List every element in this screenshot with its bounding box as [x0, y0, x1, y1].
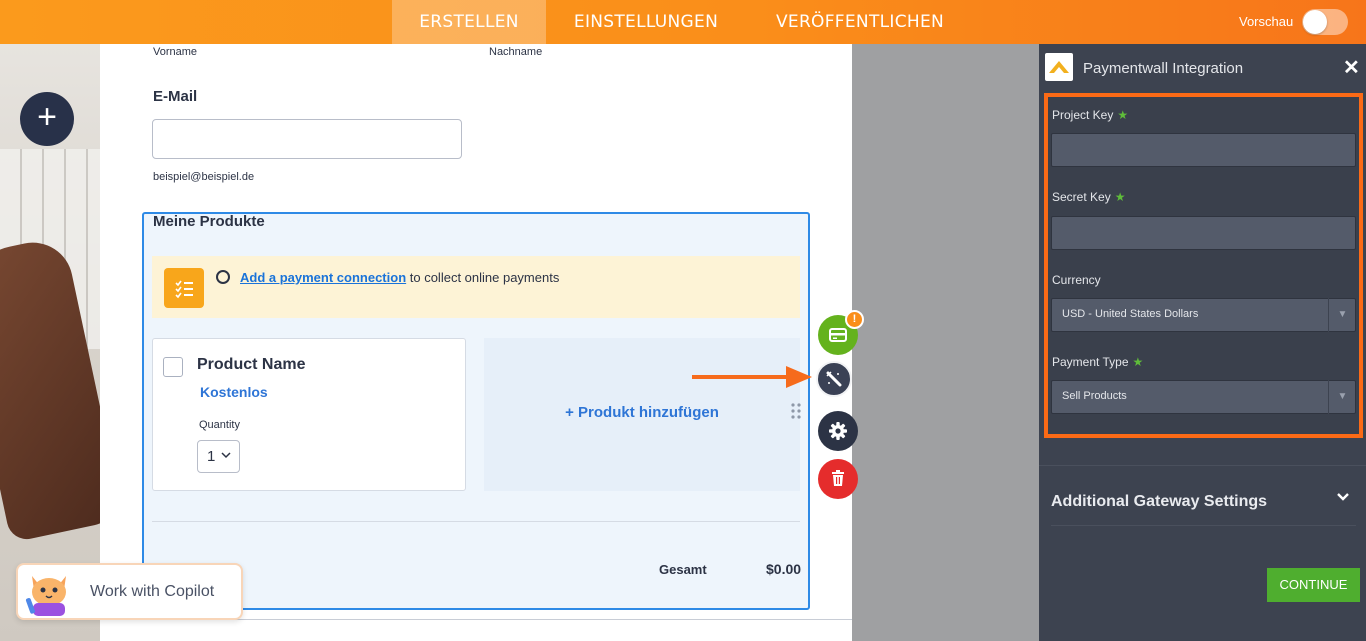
email-sublabel: beispiel@beispiel.de [153, 171, 255, 183]
continue-button[interactable]: CONTINUE [1267, 568, 1360, 602]
required-star-icon: ★ [1117, 108, 1129, 122]
project-key-input[interactable] [1051, 133, 1356, 167]
quantity-label: Quantity [199, 419, 240, 431]
panel-separator [1051, 525, 1356, 526]
payment-connection-radio[interactable] [216, 270, 230, 284]
products-divider [152, 521, 800, 522]
tab-create[interactable]: ERSTELLEN [392, 0, 546, 44]
first-name-sublabel: Vorname [153, 46, 198, 58]
total-label: Gesamt [659, 562, 707, 577]
quantity-select[interactable]: 1 [197, 440, 240, 473]
last-name-sublabel: Nachname [489, 46, 543, 58]
email-input[interactable] [152, 119, 462, 159]
dropdown-arrow-icon[interactable]: ▼ [1328, 380, 1356, 414]
dropdown-arrow-icon[interactable]: ▼ [1328, 298, 1356, 332]
product-name: Product Name [197, 356, 306, 373]
secret-key-label: Secret Key ★ [1052, 190, 1125, 204]
gear-icon [829, 422, 847, 440]
add-product-button[interactable]: + Produkt hinzufügen [484, 404, 800, 421]
chevron-down-icon [221, 448, 231, 462]
currency-value: USD - United States Dollars [1062, 308, 1199, 320]
copilot-cat-icon [24, 570, 74, 616]
project-key-label-text: Project Key [1052, 108, 1114, 122]
required-star-icon: ★ [1114, 190, 1126, 204]
payment-type-label: Payment Type ★ [1052, 355, 1143, 369]
add-payment-connection-link[interactable]: Add a payment connection [240, 270, 406, 285]
email-label: E-Mail [153, 88, 198, 105]
panel-title: Paymentwall Integration [1083, 60, 1244, 77]
delete-field-button[interactable] [818, 459, 858, 499]
secret-key-input[interactable] [1051, 216, 1356, 250]
paymentwall-logo-icon [1045, 53, 1073, 81]
required-star-icon: ★ [1132, 355, 1144, 369]
payment-notice-text: Add a payment connection to collect onli… [240, 270, 559, 285]
secret-key-label-text: Secret Key [1052, 190, 1111, 204]
canvas-background [852, 44, 1039, 641]
field-settings-button[interactable] [818, 411, 858, 451]
close-icon[interactable]: ✕ [1343, 58, 1360, 78]
tab-settings[interactable]: EINSTELLUNGEN [560, 0, 732, 44]
drag-handle-icon[interactable] [790, 402, 802, 420]
list-icon [164, 268, 204, 308]
magic-wand-icon [826, 371, 842, 387]
product-price: Kostenlos [200, 384, 268, 400]
panel-separator [1039, 465, 1366, 466]
tab-publish[interactable]: VERÖFFENTLICHEN [760, 0, 960, 44]
plus-icon: + [37, 98, 57, 136]
magic-wand-button[interactable] [816, 361, 852, 397]
add-element-button[interactable]: + [20, 92, 74, 146]
trash-icon [832, 470, 844, 486]
payment-notice-suffix: to collect online payments [406, 270, 560, 285]
payment-type-value: Sell Products [1062, 390, 1127, 402]
project-key-label: Project Key ★ [1052, 108, 1128, 122]
chevron-down-icon[interactable] [1336, 490, 1350, 506]
additional-settings-toggle[interactable]: Additional Gateway Settings [1051, 493, 1267, 511]
copilot-label: Work with Copilot [90, 583, 215, 600]
annotation-arrow-icon [690, 362, 814, 397]
products-title: Meine Produkte [153, 213, 265, 230]
preview-toggle-knob[interactable] [1303, 10, 1327, 34]
warning-badge: ! [845, 310, 864, 329]
currency-label: Currency [1052, 273, 1101, 287]
payment-notice [152, 256, 800, 318]
total-value: $0.00 [766, 561, 802, 577]
preview-label: Vorschau [1239, 14, 1294, 29]
product-checkbox[interactable] [163, 357, 183, 377]
payment-type-label-text: Payment Type [1052, 355, 1129, 369]
